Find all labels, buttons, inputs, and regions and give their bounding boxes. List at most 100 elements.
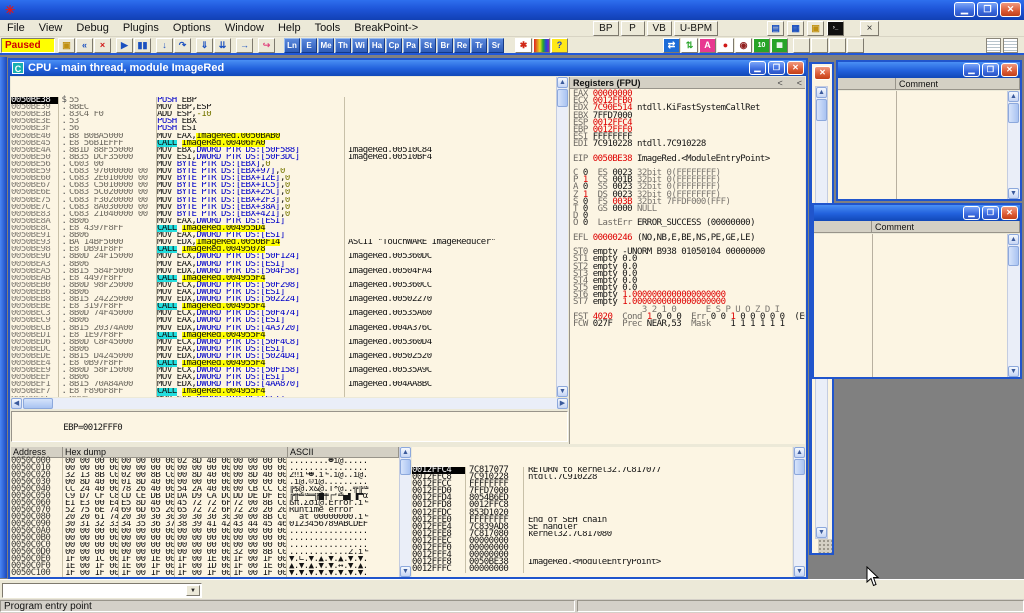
step-over-icon[interactable]: ↷ — [174, 38, 191, 53]
dump-row[interactable]: 0050C09030 31 32 3334 35 36 3738 39 41 4… — [11, 521, 399, 528]
dump-row[interactable]: 0050C0F01E 00 1F 001E 00 1F 001F 00 1D 0… — [11, 563, 399, 570]
scroll-thumb[interactable] — [1008, 246, 1019, 266]
disasm-row[interactable]: 0050BEB6.8B06MOV EAX,DWORD PTR DS:[ESI] — [11, 289, 556, 296]
scroll-thumb[interactable] — [816, 99, 827, 121]
scroll-up-icon[interactable]: ▲ — [816, 87, 827, 98]
command-combobox[interactable]: ▼ — [2, 583, 202, 598]
disasm-row[interactable]: 0050BEF7.E8 F896F8FFCALL ImageRed.004955… — [11, 388, 556, 395]
pane-button-wi[interactable]: Wi — [352, 38, 368, 53]
scroll-right-icon[interactable]: ▶ — [557, 398, 568, 409]
list-page-icon[interactable] — [1003, 38, 1018, 53]
disasm-row[interactable]: 0050BE56.C603 00MOV BYTE PTR DS:[EBX],0 — [11, 161, 556, 168]
stack-vscrollbar[interactable]: ▲ ▼ — [793, 447, 805, 577]
pane-button-sr[interactable]: Sr — [488, 38, 504, 53]
disasm-row[interactable]: 0050BE7C.C683 8A030000 00MOV BYTE PTR DS… — [11, 204, 556, 211]
scroll-thumb[interactable] — [1008, 103, 1019, 123]
disasm-row[interactable]: 0050BEB8.8B15 24225000MOV EDX,DWORD PTR … — [11, 296, 556, 303]
pane-button-th[interactable]: Th — [335, 38, 351, 53]
disasm-row[interactable]: 0050BE3B.83C4 F0ADD ESP,-10 — [11, 111, 556, 118]
disasm-row[interactable]: 0050BEAB.E8 4497F8FFCALL ImageRed.004955… — [11, 275, 556, 282]
pane-button-st[interactable]: St — [420, 38, 436, 53]
menu-debug[interactable]: Debug — [69, 21, 115, 35]
sort-icon[interactable]: ⇅ — [681, 38, 698, 53]
side-window-close-button[interactable]: ✕ — [814, 66, 831, 80]
pane-button-ha[interactable]: Ha — [369, 38, 385, 53]
combo-dropdown-icon[interactable]: ▼ — [186, 585, 200, 596]
disasm-row[interactable]: 0050BE98.E8 DB91F8FFCALL ImageRed.004950… — [11, 246, 556, 253]
pane-button-br[interactable]: Br — [437, 38, 453, 53]
disasm-row[interactable]: 0050BE8C.E8 4397F8FFCALL ImageRed.004955… — [11, 225, 556, 232]
pane-button-e[interactable]: E — [301, 38, 317, 53]
window-icon[interactable]: ▦ — [771, 38, 788, 53]
disasm-row[interactable]: 0050BE6E.C683 5C020000 00MOV BYTE PTR DS… — [11, 189, 556, 196]
stack-row[interactable]: 0012FFFC00000000 — [412, 566, 792, 573]
scroll-up-icon[interactable]: ▲ — [1008, 234, 1019, 245]
dump-row[interactable]: 0050C1001F 00 1F 001F 00 1F 001F 00 1F 0… — [11, 570, 399, 577]
disasm-row[interactable]: 0050BEA5.8B15 584F5000MOV EDX,DWORD PTR … — [11, 268, 556, 275]
disasm-row[interactable]: 0050BE67.C683 C5010000 00MOV BYTE PTR DS… — [11, 182, 556, 189]
menu-breakpoint[interactable]: BreakPoint-> — [347, 21, 425, 35]
app-titlebar[interactable]: ✳ ▁ ❐ ✕ — [0, 0, 1024, 20]
vscrollbar[interactable]: ▲ ▼ — [1007, 234, 1020, 377]
disasm-row[interactable]: 0050BE4A.8B1D 88F55000MOV EBX,DWORD PTR … — [11, 147, 556, 154]
options-icon[interactable]: ✱ — [515, 38, 532, 53]
pane-button-re[interactable]: Re — [454, 38, 470, 53]
help-icon[interactable]: ? — [551, 38, 568, 53]
disasm-row[interactable]: 0050BEDE.8B15 D4245000MOV EDX,DWORD PTR … — [11, 353, 556, 360]
menu-file[interactable]: File — [0, 21, 32, 35]
close-button[interactable]: ✕ — [1001, 63, 1018, 77]
cpu-window-titlebar[interactable]: C CPU - main thread, module ImageRed ▁ ❐… — [10, 60, 806, 76]
maximize-button[interactable]: ❐ — [982, 206, 999, 220]
minimize-button[interactable]: ▁ — [749, 61, 766, 75]
maximize-button[interactable]: ❐ — [768, 61, 785, 75]
scroll-down-icon[interactable]: ▼ — [400, 566, 411, 577]
disasm-row[interactable]: 0050BE45.E8 56B1EFFFCALL ImageRed.00406F… — [11, 140, 556, 147]
scroll-up-icon[interactable]: ▲ — [557, 77, 568, 88]
disasm-row[interactable]: 0050BEC9.8B06MOV EAX,DWORD PTR DS:[ESI] — [11, 317, 556, 324]
go-to-address-icon[interactable]: ↪ — [258, 38, 275, 53]
dump-row[interactable]: 0050C07052 75 6E 7469 6D 65 2065 72 72 6… — [11, 507, 399, 514]
minimize-button[interactable]: ▁ — [963, 206, 980, 220]
dump-row[interactable]: 0050C00000 00 00 0000 00 00 0002 8D 40 0… — [11, 458, 399, 465]
scroll-down-icon[interactable]: ▼ — [557, 386, 568, 397]
animate-into-icon[interactable]: ⇓ — [196, 38, 213, 53]
scroll-thumb[interactable] — [23, 398, 53, 409]
menubar-button-bp[interactable]: BP — [593, 21, 618, 36]
maximize-button[interactable]: ❐ — [982, 63, 999, 77]
pane-button-me[interactable]: Me — [318, 38, 334, 53]
scroll-up-icon[interactable]: ▲ — [400, 447, 411, 458]
disasm-row[interactable]: 0050BE93.BA 14BF5000MOV EDX,ImageRed.005… — [11, 239, 556, 246]
top-right-window-titlebar[interactable]: ▁ ❐ ✕ — [838, 62, 1020, 78]
scroll-thumb[interactable] — [557, 89, 568, 107]
calculator-icon[interactable]: ▦ — [787, 21, 804, 36]
dump-row[interactable]: 0050C0A000 00 00 0000 00 00 0000 00 00 0… — [11, 528, 399, 535]
disasm-row[interactable]: 0050BEDC.8B06MOV EAX,DWORD PTR DS:[ESI] — [11, 346, 556, 353]
column-header-blank[interactable] — [814, 221, 872, 232]
scroll-down-icon[interactable]: ▼ — [1008, 188, 1019, 199]
disasm-row[interactable]: 0050BEC3.8B0D 74F45000MOV ECX,DWORD PTR … — [11, 310, 556, 317]
menu-tools[interactable]: Tools — [308, 21, 348, 35]
disasm-row[interactable]: 0050BE38$55PUSH EBP — [11, 97, 556, 104]
scroll-left-icon[interactable]: ◀ — [11, 398, 22, 409]
disasm-row[interactable]: 0050BE40.B8 B0BA5000MOV EAX,ImageRed.005… — [11, 133, 556, 140]
close-button[interactable]: ✕ — [1001, 206, 1018, 220]
animate-over-icon[interactable]: ⇊ — [214, 38, 231, 53]
column-header-blank[interactable] — [838, 78, 896, 89]
notepad-icon[interactable]: ▤ — [767, 21, 784, 36]
column-header-comment[interactable]: Comment — [872, 221, 1020, 232]
minimize-button[interactable]: ▁ — [954, 2, 975, 17]
disasm-row[interactable]: 0050BEE9.8B0D 58F15000MOV ECX,DWORD PTR … — [11, 367, 556, 374]
resize-grip[interactable] — [818, 539, 832, 553]
column-header-comment[interactable]: Comment — [896, 78, 1020, 89]
stop-icon[interactable]: ● — [717, 38, 734, 53]
scroll-thumb[interactable] — [400, 459, 411, 475]
info-pane[interactable]: EBP=0012FFF0 — [11, 411, 568, 442]
disasm-row[interactable]: 0050BE83.C683 21040000 00MOV BYTE PTR DS… — [11, 211, 556, 218]
dump-row[interactable]: 0050C01000 00 00 0000 00 00 0000 00 00 0… — [11, 465, 399, 472]
scroll-down-icon[interactable]: ▼ — [1008, 366, 1019, 377]
dump-row[interactable]: 0050C08020 20 61 7420 30 30 3030 30 30 3… — [11, 514, 399, 521]
minimize-button[interactable]: ▁ — [963, 63, 980, 77]
disasm-row[interactable]: 0050BE60.C683 2E010000 00MOV BYTE PTR DS… — [11, 175, 556, 182]
disasm-row[interactable]: 0050BE75.C683 F3020000 00MOV BYTE PTR DS… — [11, 197, 556, 204]
dump-row[interactable]: 0050C050C9 D7 CF C8CD CE DB D8DA D9 CA D… — [11, 493, 399, 500]
